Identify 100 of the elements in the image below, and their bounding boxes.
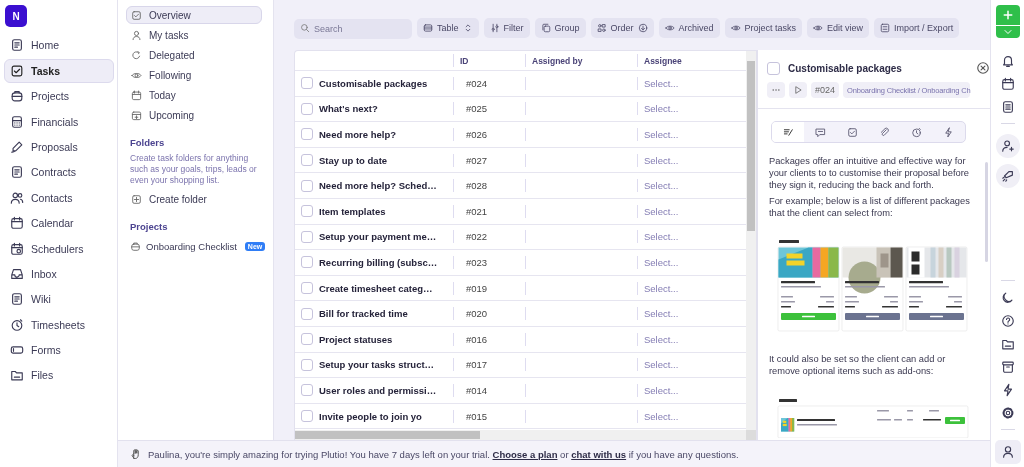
panel-tab[interactable]: [772, 122, 805, 142]
assignee-select[interactable]: Select...: [644, 129, 679, 140]
task-name[interactable]: Recurring billing (subsc…: [319, 256, 438, 268]
scrollbar[interactable]: [295, 430, 746, 440]
nav-item[interactable]: Calendar: [4, 211, 114, 236]
assignee-select[interactable]: Select...: [644, 410, 679, 422]
task-name[interactable]: Project statuses: [319, 333, 393, 345]
task-name[interactable]: Bill for tracked time: [319, 308, 408, 320]
task-name[interactable]: Setup your payment me…: [319, 231, 437, 243]
rocket-button[interactable]: [995, 164, 1020, 188]
archive-icon: [1000, 360, 1015, 374]
search-field[interactable]: Search: [294, 19, 412, 39]
task-name[interactable]: User roles and permissi…: [319, 384, 437, 396]
toolbar-button[interactable]: Table: [417, 18, 479, 38]
assignee-select[interactable]: Select...: [644, 205, 679, 217]
toolbar-button[interactable]: Archived: [658, 18, 720, 38]
nav-item[interactable]: Schedulers: [4, 236, 114, 261]
assignee-select[interactable]: Select...: [644, 384, 679, 396]
task-checkbox[interactable]: [301, 307, 313, 320]
task-checkbox[interactable]: [301, 358, 313, 371]
nav-item[interactable]: Files: [4, 363, 114, 388]
toolbar-button[interactable]: Group: [534, 18, 586, 38]
assignee-select[interactable]: Select...: [644, 231, 679, 243]
assignee-select[interactable]: Select...: [644, 308, 679, 320]
link[interactable]: Choose a plan: [492, 448, 558, 460]
toolbar-button[interactable]: Filter: [483, 18, 530, 38]
sidebar-item[interactable]: My tasks: [126, 26, 262, 44]
assignee-select[interactable]: Select...: [644, 103, 679, 115]
task-checkbox[interactable]: [301, 282, 313, 295]
sidebar-item[interactable]: Following: [126, 66, 262, 84]
task-checkbox[interactable]: [301, 230, 313, 243]
notes-button[interactable]: [1000, 100, 1015, 114]
toolbar-button[interactable]: Project tasks: [724, 18, 803, 38]
expand-button[interactable]: [995, 25, 1020, 38]
nav-item[interactable]: Proposals: [4, 134, 114, 159]
nav-item[interactable]: Inbox: [4, 261, 114, 286]
task-name[interactable]: Customisable packages: [319, 77, 428, 89]
sidebar-item[interactable]: Delegated: [126, 46, 262, 64]
create-folder-button[interactable]: Create folder: [126, 190, 262, 209]
column-header[interactable]: Assigned by: [532, 55, 583, 66]
task-name[interactable]: Item templates: [319, 205, 386, 217]
nav-item[interactable]: Contracts: [4, 160, 114, 185]
assignee-select[interactable]: Select...: [644, 154, 679, 166]
sidebar-item[interactable]: Today: [126, 86, 262, 104]
avatar[interactable]: [994, 440, 1021, 464]
task-checkbox[interactable]: [301, 256, 313, 269]
assignee-select[interactable]: Select...: [644, 359, 679, 371]
assignee-select[interactable]: Select...: [644, 333, 679, 345]
task-checkbox[interactable]: [301, 102, 313, 115]
nav-item[interactable]: Projects: [4, 84, 114, 109]
scrollbar[interactable]: [985, 162, 988, 262]
task-checkbox[interactable]: [301, 384, 313, 397]
nav-item[interactable]: Home: [4, 33, 114, 58]
toolbar-button[interactable]: Import / Export: [874, 18, 960, 38]
scrollbar[interactable]: [746, 51, 756, 430]
sidebar-item[interactable]: Overview: [126, 6, 262, 24]
task-checkbox[interactable]: [301, 128, 313, 141]
archive-button[interactable]: [1000, 360, 1015, 374]
assignee-select[interactable]: Select...: [644, 256, 679, 268]
nav-item[interactable]: Timesheets: [4, 312, 114, 337]
nav-item[interactable]: Forms: [4, 338, 114, 363]
nav-item[interactable]: Wiki: [4, 287, 114, 312]
theme-button[interactable]: [1000, 291, 1015, 305]
task-name[interactable]: Need more help? Sched…: [319, 180, 437, 192]
toolbar-button[interactable]: Order: [590, 18, 654, 38]
help-button[interactable]: [1000, 314, 1015, 328]
settings-button[interactable]: [1000, 406, 1015, 420]
task-name[interactable]: Create timesheet categ…: [319, 282, 433, 294]
assignee-select[interactable]: Select...: [644, 282, 679, 294]
sidebar-item[interactable]: Upcoming: [126, 106, 262, 124]
calendar-button[interactable]: [1000, 77, 1015, 91]
column-header[interactable]: ID: [460, 55, 469, 66]
invite-button[interactable]: [995, 134, 1020, 158]
task-checkbox[interactable]: [301, 154, 313, 167]
column-header[interactable]: Assignee: [644, 55, 682, 66]
toolbar-button[interactable]: Edit view: [807, 18, 870, 38]
task-checkbox[interactable]: [301, 179, 313, 192]
close-button[interactable]: [976, 61, 990, 75]
task-checkbox[interactable]: [301, 205, 313, 218]
link[interactable]: chat with us: [571, 448, 627, 460]
task-name[interactable]: What's next?: [319, 103, 378, 115]
task-name[interactable]: Invite people to join yo: [319, 410, 422, 422]
notifications-button[interactable]: [1000, 54, 1015, 68]
assignee-select[interactable]: Select...: [644, 180, 679, 192]
add-button[interactable]: [995, 5, 1020, 25]
task-checkbox[interactable]: [301, 410, 313, 422]
play-button[interactable]: [789, 82, 807, 98]
task-checkbox[interactable]: [301, 333, 313, 346]
nav-item[interactable]: Tasks: [4, 58, 114, 83]
assignee-select[interactable]: Select...: [644, 77, 679, 89]
task-name[interactable]: Setup your tasks struct…: [319, 359, 435, 371]
task-checkbox[interactable]: [767, 61, 780, 75]
files-button[interactable]: [1000, 337, 1015, 351]
nav-item[interactable]: Financials: [4, 109, 114, 134]
more-button[interactable]: [767, 82, 785, 98]
workspace-logo[interactable]: N: [5, 5, 27, 27]
task-checkbox[interactable]: [301, 77, 313, 90]
task-name[interactable]: Stay up to date: [319, 154, 388, 166]
nav-item[interactable]: Contacts: [4, 185, 114, 210]
task-name[interactable]: Need more help?: [319, 129, 397, 140]
